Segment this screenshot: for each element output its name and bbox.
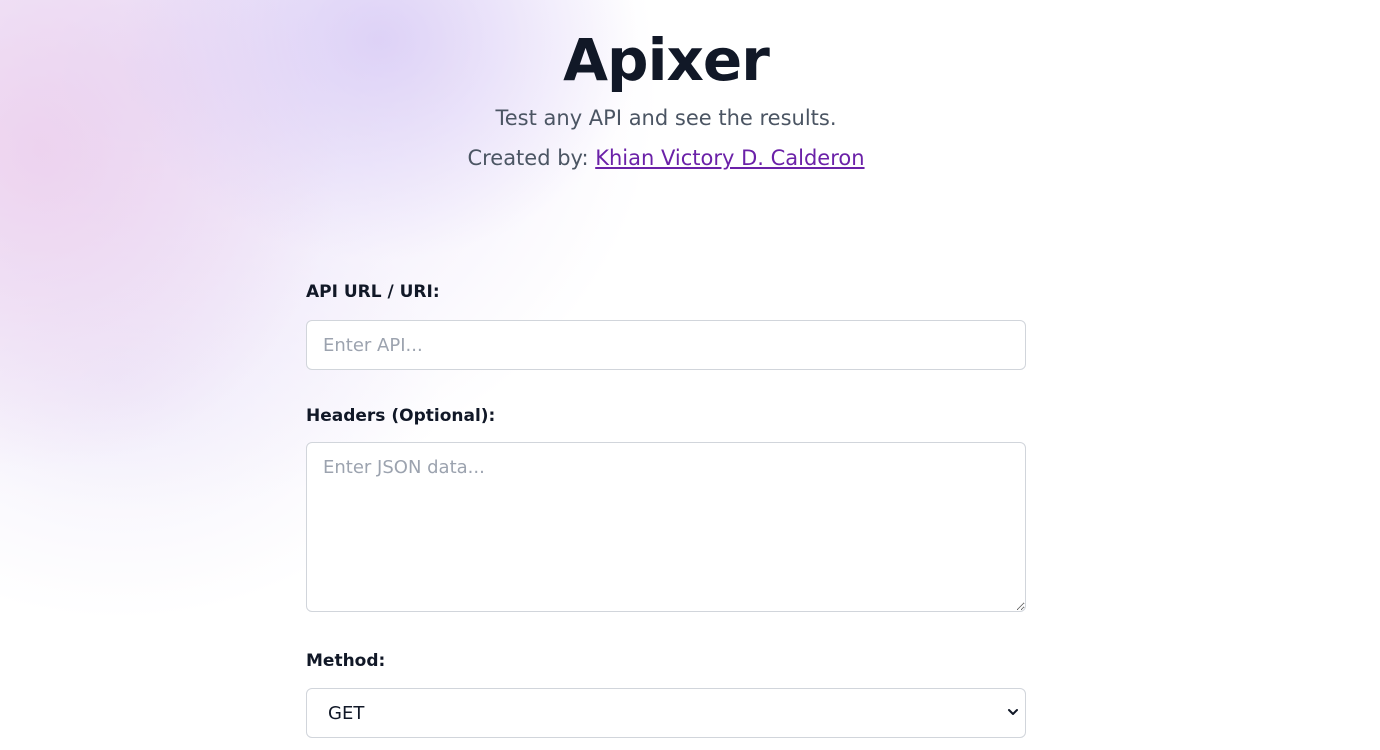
app-title: Apixer: [563, 26, 770, 94]
api-request-form: API URL / URI: Headers (Optional): Metho…: [306, 280, 1026, 738]
credits-line: Created by: Khian Victory D. Calderon: [0, 144, 1332, 172]
api-url-label: API URL / URI:: [306, 282, 440, 302]
method-select[interactable]: GET: [306, 688, 1026, 738]
app-subtitle: Test any API and see the results.: [495, 106, 837, 130]
credits-prefix: Created by:: [467, 146, 596, 170]
headers-label: Headers (Optional):: [306, 406, 496, 426]
method-select-wrapper: GET: [306, 688, 1026, 738]
api-url-input[interactable]: [306, 320, 1026, 370]
method-label: Method:: [306, 651, 386, 671]
author-link[interactable]: Khian Victory D. Calderon: [595, 146, 864, 170]
headers-textarea[interactable]: [306, 442, 1026, 612]
